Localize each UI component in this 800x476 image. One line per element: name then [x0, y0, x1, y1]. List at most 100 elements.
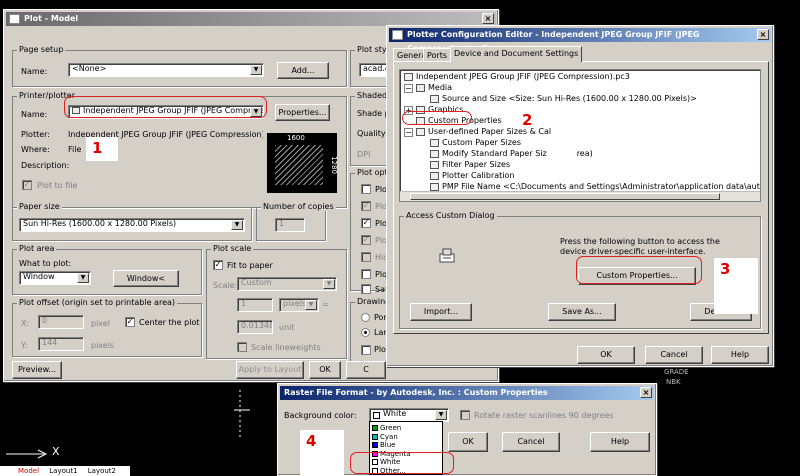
tab-layout2[interactable]: Layout2	[88, 467, 116, 475]
opt-checkbox-7[interactable]	[361, 284, 371, 294]
plot-scale-label: Plot scale	[211, 244, 254, 253]
callout-2: 2	[522, 111, 533, 129]
color-option[interactable]: Cyan	[372, 433, 398, 441]
rotate-checkbox[interactable]	[460, 410, 470, 420]
color-swatch	[372, 433, 378, 440]
scale-value-field[interactable]: 1	[237, 298, 273, 312]
tree-scrollbar[interactable]	[400, 191, 760, 201]
add-button[interactable]: Add...	[277, 62, 329, 79]
opt-checkbox-3[interactable]: ✓	[361, 218, 371, 228]
landscape-radio[interactable]	[361, 328, 370, 337]
tree-source-size[interactable]: Source and Size <Size: Sun Hi-Res (1600.…	[430, 94, 697, 103]
opt-checkbox-4[interactable]: ✓	[361, 235, 371, 245]
highlight-printer	[64, 96, 267, 118]
tab-ports[interactable]: Ports	[423, 48, 452, 62]
plot-offset-group: Plot offset (origin set to printable are…	[12, 298, 202, 357]
pce-ok-button[interactable]: OK	[577, 346, 635, 364]
scale-select[interactable]: Custom ▼	[237, 277, 337, 291]
plot-area-label: Plot area	[17, 244, 57, 253]
y-field[interactable]: 144	[38, 337, 84, 351]
tree-media[interactable]: Media	[416, 83, 452, 92]
pce-help-button[interactable]: Help	[711, 346, 769, 364]
expand-media[interactable]: −	[404, 84, 413, 93]
tree-custom-paper[interactable]: Custom Paper Sizes	[430, 138, 521, 147]
color-option[interactable]: Green	[372, 424, 401, 432]
background-color-select[interactable]: White ▼	[369, 408, 449, 422]
raster-ok-button[interactable]: OK	[448, 432, 488, 452]
rotate-label: Rotate raster scanlines 90 degrees	[474, 411, 614, 420]
plot-title-bar: Plot - Model ×	[6, 12, 496, 26]
x-field[interactable]: 0	[38, 315, 84, 329]
upside-down-checkbox[interactable]	[361, 345, 371, 355]
preview-width: 1600	[287, 134, 305, 142]
scale-unit-field[interactable]: 0.01348	[237, 320, 273, 334]
layout-tabs[interactable]: Model Layout1 Layout2	[0, 466, 130, 476]
expand-user-defined[interactable]: −	[404, 128, 413, 137]
access-custom-label: Access Custom Dialog	[404, 211, 497, 220]
what-to-plot-select[interactable]: Window ▼	[19, 271, 91, 285]
settings-tree[interactable]: Independent JPEG Group JFIF (JPEG Compre…	[399, 69, 761, 202]
plot-ok-button[interactable]: OK	[309, 361, 341, 379]
scale-units-select[interactable]: pixels ▼	[279, 298, 319, 312]
pce-dialog: Plotter Configuration Editor - Independe…	[386, 25, 774, 367]
opt-checkbox-5[interactable]	[361, 252, 371, 262]
copies-group: Number of copies 1	[256, 202, 336, 241]
scale-lineweights-checkbox[interactable]	[237, 342, 247, 352]
pce-close-icon[interactable]: ×	[757, 29, 769, 40]
tab-model[interactable]: Model	[18, 467, 39, 475]
color-option[interactable]: Blue	[372, 441, 396, 449]
highlight-white-other	[350, 452, 454, 474]
tab-device-settings[interactable]: Device and Document Settings	[450, 46, 583, 62]
tree-plotter-calibration[interactable]: Plotter Calibration	[430, 171, 515, 180]
pce-cancel-button[interactable]: Cancel	[645, 346, 703, 364]
opt-checkbox-2[interactable]: ✓	[361, 201, 371, 211]
plotter-label: Plotter:	[21, 130, 50, 139]
tree-filter-paper[interactable]: Filter Paper Sizes	[430, 160, 510, 169]
copies-field[interactable]: 1	[275, 218, 305, 232]
autocad-icon	[9, 14, 20, 24]
where-label: Where:	[21, 145, 50, 154]
plot-to-file-checkbox[interactable]: ✓	[22, 180, 32, 190]
scale-lineweights-label: Scale lineweights	[251, 343, 321, 352]
where-value: File	[68, 145, 82, 154]
background-color-label: Background color:	[284, 411, 357, 420]
close-icon[interactable]: ×	[482, 13, 494, 24]
portrait-radio[interactable]	[361, 313, 370, 322]
raster-help-button[interactable]: Help	[590, 432, 650, 452]
modify-paper-icon	[430, 149, 439, 158]
tree-pmp-file[interactable]: PMP File Name <C:\Documents and Settings…	[430, 182, 760, 191]
paper-size-select[interactable]: Sun Hi-Res (1600.00 x 1280.00 Pixels) ▼	[19, 218, 245, 232]
window-button[interactable]: Window<	[113, 270, 179, 287]
press-text: Press the following button to access the…	[560, 237, 720, 256]
page-setup-select[interactable]: <None> ▼	[68, 63, 264, 77]
user-defined-icon	[416, 127, 425, 136]
name-label: Name:	[21, 67, 48, 76]
properties-button[interactable]: Properties...	[275, 104, 330, 121]
center-plot-checkbox[interactable]: ✓	[125, 317, 135, 327]
center-plot-label: Center the plot	[139, 318, 200, 327]
save-as-button[interactable]: Save As...	[548, 303, 616, 321]
opt-checkbox-1[interactable]	[361, 184, 371, 194]
shaded-group: Shaded v Shade p Quality DPI	[350, 91, 397, 166]
plot-title: Plot - Model	[24, 14, 79, 23]
dpi-label: DPI	[357, 150, 371, 159]
plot-cancel-button[interactable]: C	[346, 361, 386, 379]
tree-root[interactable]: Independent JPEG Group JFIF (JPEG Compre…	[404, 72, 630, 81]
tree-modify-paper[interactable]: Modify Standard Paper Siz rea)	[430, 149, 593, 158]
raster-cancel-button[interactable]: Cancel	[502, 432, 560, 452]
raster-title: Raster File Format - by Autodesk, Inc. :…	[284, 388, 548, 397]
paper-icon	[430, 94, 439, 103]
tab-layout1[interactable]: Layout1	[49, 467, 77, 475]
plotter-icon	[404, 72, 413, 81]
fit-to-paper-checkbox[interactable]: ✓	[213, 260, 223, 270]
cad-text-2: NBK	[666, 378, 681, 386]
scale-eq: =	[322, 300, 329, 309]
import-button[interactable]: Import...	[410, 303, 472, 321]
opt-checkbox-6[interactable]	[361, 269, 371, 279]
drawing-orientation-group: Drawing Port Lan Plot	[350, 297, 393, 362]
apply-to-layout-button[interactable]: Apply to Layout	[236, 361, 304, 379]
raster-close-icon[interactable]: ×	[640, 387, 652, 398]
callout-1: 1	[86, 137, 118, 161]
plot-to-file-label: Plot to file	[37, 181, 78, 190]
preview-button[interactable]: Preview...	[12, 361, 62, 379]
